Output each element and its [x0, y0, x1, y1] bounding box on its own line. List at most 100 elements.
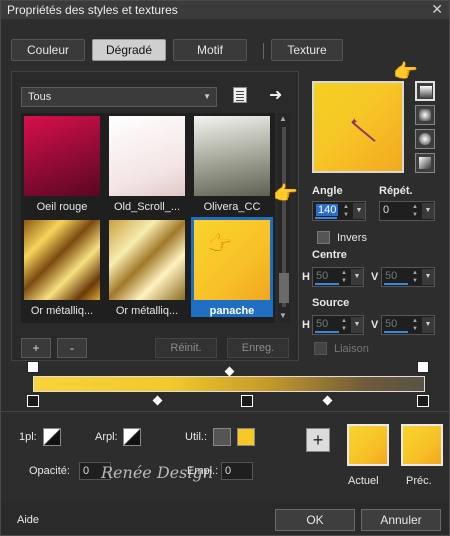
- divider: [1, 411, 449, 412]
- location-input[interactable]: 0: [221, 462, 253, 480]
- spin-arrows-icon[interactable]: ▲ ▼: [412, 317, 418, 333]
- top-right-stop-marker[interactable]: [417, 361, 429, 373]
- rectangular-gradient-icon: [419, 109, 431, 121]
- arrow-right-icon[interactable]: ➜: [269, 85, 282, 105]
- rectangular-style-button[interactable]: [415, 105, 435, 125]
- invert-label: Invers: [337, 232, 367, 244]
- document-list-icon[interactable]: [233, 87, 247, 103]
- reset-button[interactable]: Réinit.: [155, 338, 217, 358]
- location-label: Empl.:: [187, 465, 219, 477]
- spin-arrows-icon[interactable]: ▲ ▼: [343, 203, 349, 219]
- sunburst-style-button[interactable]: [415, 129, 435, 149]
- remove-gradient-button[interactable]: -: [57, 338, 87, 358]
- window-title: Propriétés des styles et textures: [7, 3, 178, 17]
- gradient-item[interactable]: Or métalliq...: [21, 217, 103, 317]
- gradient-editor-bar[interactable]: [33, 376, 425, 392]
- category-dropdown[interactable]: Tous ▼: [21, 87, 217, 107]
- dropdown-icon[interactable]: ▼: [351, 269, 363, 285]
- angle-input[interactable]: 140 ▲ ▼ ▼: [312, 201, 366, 221]
- midpoint-diamond[interactable]: [224, 366, 235, 377]
- centre-h-label: H: [302, 271, 310, 283]
- spin-arrows-icon[interactable]: ▲ ▼: [341, 269, 347, 285]
- dropdown-icon[interactable]: ▼: [351, 317, 363, 333]
- scroll-down-icon[interactable]: ▼: [279, 311, 287, 320]
- add-swatch-button[interactable]: +: [306, 428, 330, 452]
- centre-h-input[interactable]: 50 ▲ ▼ ▼: [312, 267, 364, 287]
- gradient-item[interactable]: Or métalliq...: [106, 217, 188, 317]
- ok-button[interactable]: OK: [275, 509, 355, 531]
- invert-checkbox[interactable]: [317, 231, 330, 244]
- gradient-swatch: [24, 116, 100, 196]
- tab-texture[interactable]: Texture: [271, 39, 343, 61]
- spin-arrows-icon[interactable]: ▲ ▼: [412, 203, 418, 219]
- angle-value: 140: [316, 204, 339, 216]
- gradient-item[interactable]: Old_Scroll_...: [106, 113, 188, 213]
- dropdown-icon[interactable]: ▼: [422, 269, 434, 285]
- chevron-down-icon: ▼: [203, 92, 211, 101]
- use-color-swatch-1[interactable]: [213, 428, 231, 446]
- first-plan-label: 1pl:: [19, 431, 37, 443]
- source-h-input[interactable]: 50 ▲ ▼ ▼: [312, 315, 364, 335]
- source-h-slider[interactable]: [315, 331, 339, 333]
- gradient-item[interactable]: Oeil rouge: [21, 113, 103, 213]
- centre-v-input[interactable]: 50 ▲ ▼ ▼: [381, 267, 435, 287]
- cancel-button[interactable]: Annuler: [361, 509, 441, 531]
- dropdown-icon[interactable]: ▼: [422, 203, 434, 219]
- radial-style-button[interactable]: [415, 153, 435, 173]
- linear-style-button[interactable]: [415, 81, 435, 101]
- gradient-item[interactable]: Olivera_CC: [191, 113, 273, 213]
- gradient-label: Or métalliq...: [115, 305, 179, 317]
- tab-couleur[interactable]: Couleur: [11, 39, 85, 61]
- dropdown-icon[interactable]: ▼: [422, 317, 434, 333]
- gradient-swatch: [109, 220, 185, 300]
- use-color-swatch-2[interactable]: [237, 428, 255, 446]
- background-color-swatch[interactable]: [123, 428, 141, 446]
- opacity-label: Opacité:: [29, 465, 70, 477]
- source-label: Source: [312, 297, 350, 309]
- radial-gradient-icon: [419, 157, 431, 169]
- save-button[interactable]: Enreg.: [227, 338, 289, 358]
- midpoint-diamond[interactable]: [152, 395, 163, 406]
- previous-gradient-swatch[interactable]: [401, 424, 443, 466]
- dropdown-icon[interactable]: ▼: [353, 203, 365, 219]
- foreground-color-swatch[interactable]: [43, 428, 61, 446]
- source-v-value: 50: [385, 318, 398, 330]
- color-stop-end[interactable]: [417, 395, 429, 407]
- current-gradient-swatch[interactable]: [347, 424, 389, 466]
- top-left-stop-marker[interactable]: [27, 361, 39, 373]
- source-v-label: V: [371, 319, 379, 331]
- previous-label: Préc.: [406, 475, 432, 487]
- centre-v-value: 50: [385, 270, 398, 282]
- angle-slider[interactable]: [315, 217, 337, 219]
- add-gradient-button[interactable]: +: [21, 338, 51, 358]
- angle-handle[interactable]: [351, 121, 376, 143]
- tab-degrade[interactable]: Dégradé: [92, 39, 166, 61]
- spin-arrows-icon[interactable]: ▲ ▼: [412, 269, 418, 285]
- source-v-slider[interactable]: [384, 331, 408, 333]
- centre-v-slider[interactable]: [384, 283, 408, 285]
- repeat-input[interactable]: 0 ▲ ▼ ▼: [379, 201, 435, 221]
- title-bar: Propriétés des styles et textures ✕: [1, 1, 449, 19]
- close-icon[interactable]: ✕: [431, 1, 443, 18]
- color-stop-start[interactable]: [27, 395, 39, 407]
- gradient-gallery: Oeil rouge Old_Scroll_... Olivera_CC Or …: [21, 113, 275, 323]
- scroll-thumb[interactable]: [279, 273, 289, 303]
- repeat-value: 0: [383, 204, 390, 216]
- spin-arrows-icon[interactable]: ▲ ▼: [341, 317, 347, 333]
- gradient-label: panache: [209, 305, 255, 317]
- gradient-item-selected[interactable]: panache 👉: [191, 217, 273, 317]
- centre-h-slider[interactable]: [315, 283, 339, 285]
- gradient-preview[interactable]: ✦: [312, 81, 404, 173]
- color-stop-middle[interactable]: [241, 395, 253, 407]
- tab-motif[interactable]: Motif: [173, 39, 247, 61]
- gallery-scrollbar[interactable]: ▲ ▼: [278, 113, 290, 323]
- scroll-up-icon[interactable]: ▲: [279, 114, 287, 123]
- source-v-input[interactable]: 50 ▲ ▼ ▼: [381, 315, 435, 335]
- link-checkbox[interactable]: [314, 342, 327, 355]
- gradient-swatch: [194, 220, 270, 300]
- current-label: Actuel: [348, 475, 379, 487]
- category-value: Tous: [28, 91, 52, 103]
- midpoint-diamond[interactable]: [322, 395, 333, 406]
- help-link[interactable]: Aide: [17, 514, 39, 526]
- link-label: Liaison: [334, 343, 369, 355]
